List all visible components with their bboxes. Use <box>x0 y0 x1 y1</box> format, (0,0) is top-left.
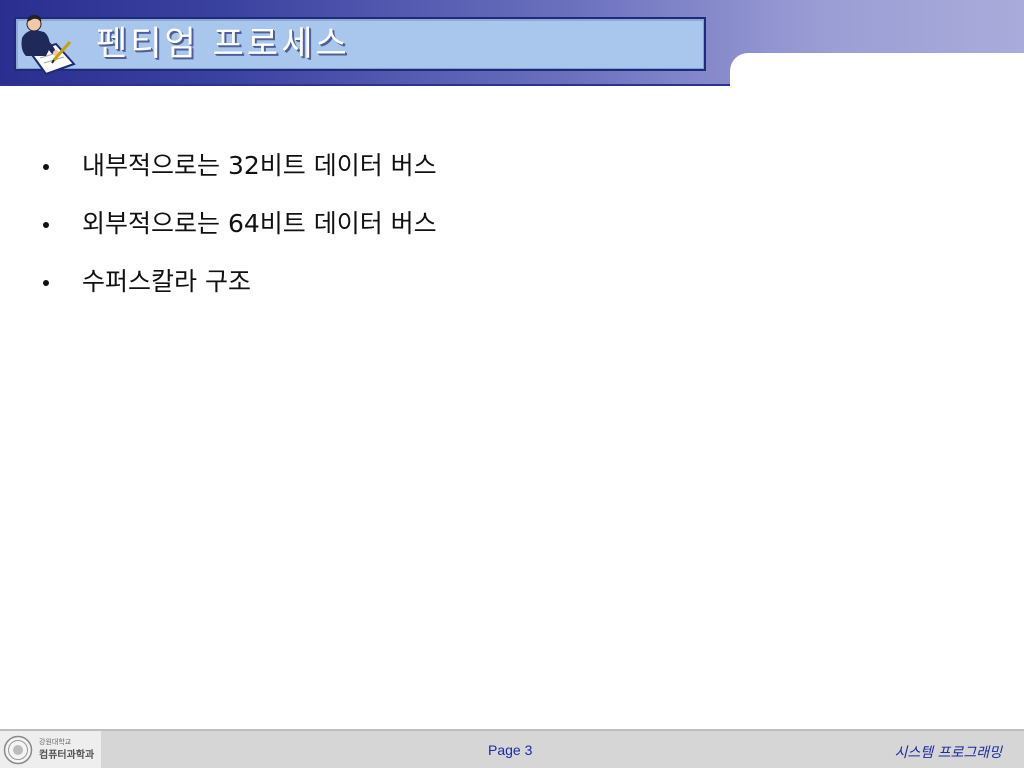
bullet-dot-icon <box>43 164 49 170</box>
bullet-text: 수퍼스칼라 구조 <box>82 267 251 296</box>
footer-logo-box: 강원대학교 컴퓨터과학과 <box>0 731 101 768</box>
slide-footer: 강원대학교 컴퓨터과학과 Page 3 시스템 프로그래밍 <box>0 729 1024 768</box>
slide-title: 펜티엄 프로세스 <box>96 24 350 64</box>
businessman-writing-icon <box>21 14 76 76</box>
page-number: Page 3 <box>488 742 533 758</box>
bullet-text: 외부적으로는 64비트 데이터 버스 <box>82 209 437 238</box>
bullet-item: 외부적으로는 64비트 데이터 버스 <box>40 203 437 261</box>
bullet-item: 내부적으로는 32비트 데이터 버스 <box>40 145 437 203</box>
footer-school-name: 강원대학교 <box>39 738 72 746</box>
bullet-text: 내부적으로는 32비트 데이터 버스 <box>82 151 437 180</box>
university-seal-icon <box>3 735 33 765</box>
bullet-dot-icon <box>43 222 49 228</box>
course-name: 시스템 프로그래밍 <box>894 745 1003 761</box>
bullet-item: 수퍼스칼라 구조 <box>40 261 437 319</box>
bullet-dot-icon <box>43 280 49 286</box>
footer-department-name: 컴퓨터과학과 <box>39 750 95 761</box>
header-white-tab <box>730 53 1024 86</box>
bullet-list: 내부적으로는 32비트 데이터 버스 외부적으로는 64비트 데이터 버스 수퍼… <box>40 145 437 319</box>
